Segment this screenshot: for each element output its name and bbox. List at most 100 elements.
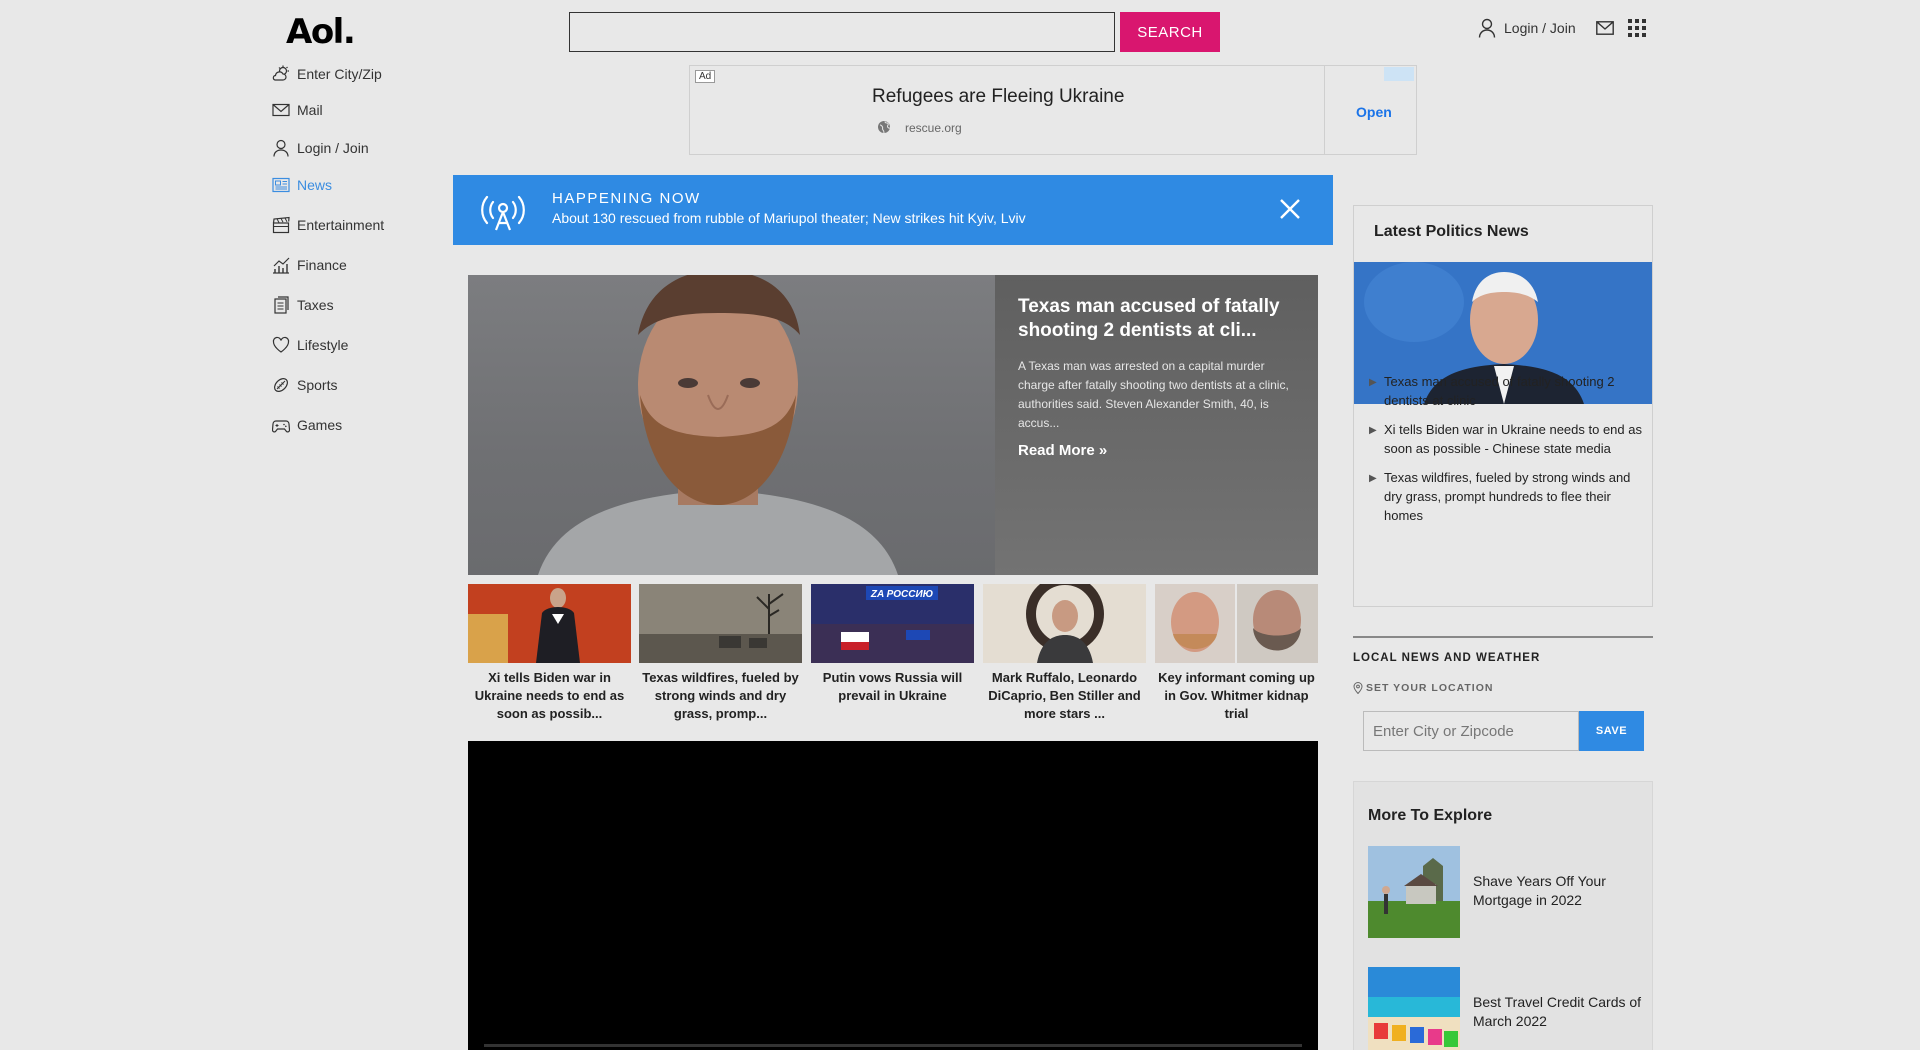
- sidebar-item-entertainment[interactable]: Entertainment: [272, 215, 384, 235]
- document-icon: [274, 296, 289, 314]
- search-button[interactable]: SEARCH: [1120, 12, 1220, 52]
- ad-tag: Ad: [695, 70, 716, 83]
- search-input[interactable]: [569, 12, 1115, 52]
- sidebar-item-label: Finance: [297, 257, 347, 273]
- gamepad-icon: [272, 420, 290, 433]
- thumbnail-image[interactable]: ZA РОССИЮ: [811, 584, 974, 663]
- thumbnail-caption[interactable]: Putin vows Russia will prevail in Ukrain…: [811, 669, 974, 705]
- happening-now-headline[interactable]: About 130 rescued from rubble of Mariupo…: [552, 210, 1026, 226]
- more-to-explore-module: More To Explore Shave Years Off Your Mor…: [1353, 781, 1653, 1050]
- video-player[interactable]: [468, 741, 1318, 1050]
- hero-story[interactable]: Texas man accused of fatally shooting 2 …: [468, 275, 1318, 575]
- hero-text-panel: Texas man accused of fatally shooting 2 …: [995, 275, 1318, 575]
- ad-divider: [1324, 66, 1325, 154]
- hero-title[interactable]: Texas man accused of fatally shooting 2 …: [1018, 295, 1303, 343]
- ball-icon: [274, 378, 288, 392]
- thumbnail-caption[interactable]: Mark Ruffalo, Leonardo DiCaprio, Ben Sti…: [983, 669, 1146, 723]
- politics-list-item[interactable]: ▶ Xi tells Biden war in Ukraine needs to …: [1369, 420, 1644, 458]
- sidebar-item-news[interactable]: News: [272, 175, 332, 195]
- sidebar-item-label: News: [297, 177, 333, 193]
- ad-domain: rescue.org: [905, 121, 962, 135]
- politics-headline[interactable]: Xi tells Biden war in Ukraine needs to e…: [1384, 420, 1644, 458]
- ad-title[interactable]: Refugees are Fleeing Ukraine: [872, 86, 1124, 108]
- aol-logo[interactable]: Aol.: [286, 12, 356, 52]
- explore-item[interactable]: Shave Years Off Your Mortgage in 2022: [1368, 846, 1648, 938]
- bullet-arrow-icon: ▶: [1369, 473, 1377, 484]
- set-location-label[interactable]: SET YOUR LOCATION: [1353, 682, 1493, 694]
- thumbnail-story[interactable]: ZA РОССИЮ Putin vows Russia will prevail…: [811, 584, 974, 705]
- globe-icon: [878, 121, 891, 134]
- explore-item[interactable]: Best Travel Credit Cards of March 2022: [1368, 967, 1648, 1050]
- thumbnail-caption[interactable]: Xi tells Biden war in Ukraine needs to e…: [468, 669, 631, 723]
- explore-image[interactable]: [1368, 846, 1460, 938]
- section-divider: [1353, 636, 1653, 638]
- politics-module: Latest Politics News ▶ Texas man accused …: [1353, 205, 1653, 607]
- explore-image[interactable]: [1368, 967, 1460, 1050]
- ad-banner[interactable]: Ad Refugees are Fleeing Ukraine rescue.o…: [689, 65, 1417, 155]
- thumbnail-caption[interactable]: Key informant coming up in Gov. Whitmer …: [1155, 669, 1318, 723]
- hero-description: A Texas man was arrested on a capital mu…: [1018, 359, 1289, 430]
- sidebar-item-label: Taxes: [297, 297, 334, 313]
- sidebar-item-label: Sports: [297, 377, 338, 393]
- weather-icon: [272, 65, 289, 81]
- thumbnail-image[interactable]: [1155, 584, 1318, 663]
- mail-icon: [272, 103, 290, 117]
- login-link[interactable]: Login / Join: [1504, 20, 1576, 36]
- location-pin-icon: [1353, 682, 1363, 694]
- clapperboard-icon: [272, 216, 290, 234]
- sidebar-item-games[interactable]: Games: [272, 415, 342, 435]
- politics-list-item[interactable]: ▶ Texas wildfires, fueled by strong winds…: [1369, 468, 1644, 525]
- user-icon: [273, 139, 289, 157]
- thumbnail-overlay-text: ZA РОССИЮ: [870, 589, 933, 600]
- sidebar-item-login[interactable]: Login / Join: [272, 138, 369, 158]
- bullet-arrow-icon: ▶: [1369, 377, 1377, 388]
- local-news-title: LOCAL NEWS AND WEATHER: [1353, 652, 1541, 664]
- news-icon: [272, 177, 290, 193]
- set-location-text: SET YOUR LOCATION: [1366, 682, 1494, 694]
- sidebar-item-taxes[interactable]: Taxes: [272, 295, 334, 315]
- hero-image[interactable]: [468, 275, 995, 575]
- thumbnail-caption[interactable]: Texas wildfires, fueled by strong winds …: [639, 669, 802, 723]
- thumbnail-story[interactable]: Mark Ruffalo, Leonardo DiCaprio, Ben Sti…: [983, 584, 1146, 723]
- user-icon[interactable]: [1478, 18, 1496, 38]
- ad-choices-icon[interactable]: [1384, 67, 1414, 81]
- apps-grid-icon[interactable]: [1627, 19, 1646, 37]
- politics-list-item[interactable]: ▶ Texas man accused of fatally shooting 2…: [1369, 372, 1644, 410]
- account-area: Login / Join: [1478, 16, 1646, 40]
- sidebar-item-label: Entertainment: [297, 217, 385, 233]
- save-location-button[interactable]: SAVE: [1579, 711, 1644, 751]
- happening-now-label: HAPPENING NOW: [552, 190, 701, 207]
- sidebar-item-label: Login / Join: [297, 140, 369, 156]
- thumbnail-image[interactable]: [468, 584, 631, 663]
- zipcode-input[interactable]: [1363, 711, 1579, 751]
- happening-now-banner[interactable]: HAPPENING NOW About 130 rescued from rub…: [453, 175, 1333, 245]
- thumbnail-story[interactable]: Key informant coming up in Gov. Whitmer …: [1155, 584, 1318, 723]
- thumbnail-story[interactable]: Xi tells Biden war in Ukraine needs to e…: [468, 584, 631, 723]
- sidebar-item-label: Lifestyle: [297, 337, 349, 353]
- thumbnail-image[interactable]: [639, 584, 802, 663]
- chart-icon: [273, 257, 290, 274]
- sidebar-item-weather[interactable]: Enter City/Zip: [272, 64, 382, 84]
- heart-icon: [272, 336, 290, 353]
- sidebar-item-label: Mail: [297, 102, 323, 118]
- explore-title: More To Explore: [1368, 807, 1493, 824]
- bullet-arrow-icon: ▶: [1369, 425, 1377, 436]
- explore-headline[interactable]: Shave Years Off Your Mortgage in 2022: [1473, 872, 1643, 910]
- close-icon[interactable]: [1279, 198, 1301, 220]
- ad-open-button[interactable]: Open: [1356, 104, 1392, 120]
- broadcast-tower-icon: [481, 195, 525, 231]
- read-more-link[interactable]: Read More »: [1018, 442, 1107, 459]
- video-progress-bar[interactable]: [484, 1044, 1302, 1047]
- sidebar-item-mail[interactable]: Mail: [272, 100, 323, 120]
- politics-headline[interactable]: Texas man accused of fatally shooting 2 …: [1384, 372, 1644, 410]
- thumbnail-image[interactable]: [983, 584, 1146, 663]
- explore-headline[interactable]: Best Travel Credit Cards of March 2022: [1473, 993, 1643, 1031]
- politics-headline[interactable]: Texas wildfires, fueled by strong winds …: [1384, 468, 1644, 525]
- sidebar-item-lifestyle[interactable]: Lifestyle: [272, 335, 348, 355]
- sidebar-item-label: Enter City/Zip: [297, 66, 382, 82]
- thumbnail-story[interactable]: Texas wildfires, fueled by strong winds …: [639, 584, 802, 723]
- sidebar-item-sports[interactable]: Sports: [272, 375, 337, 395]
- sidebar-item-finance[interactable]: Finance: [272, 255, 347, 275]
- mail-icon[interactable]: [1595, 21, 1614, 35]
- politics-title[interactable]: Latest Politics News: [1374, 223, 1529, 241]
